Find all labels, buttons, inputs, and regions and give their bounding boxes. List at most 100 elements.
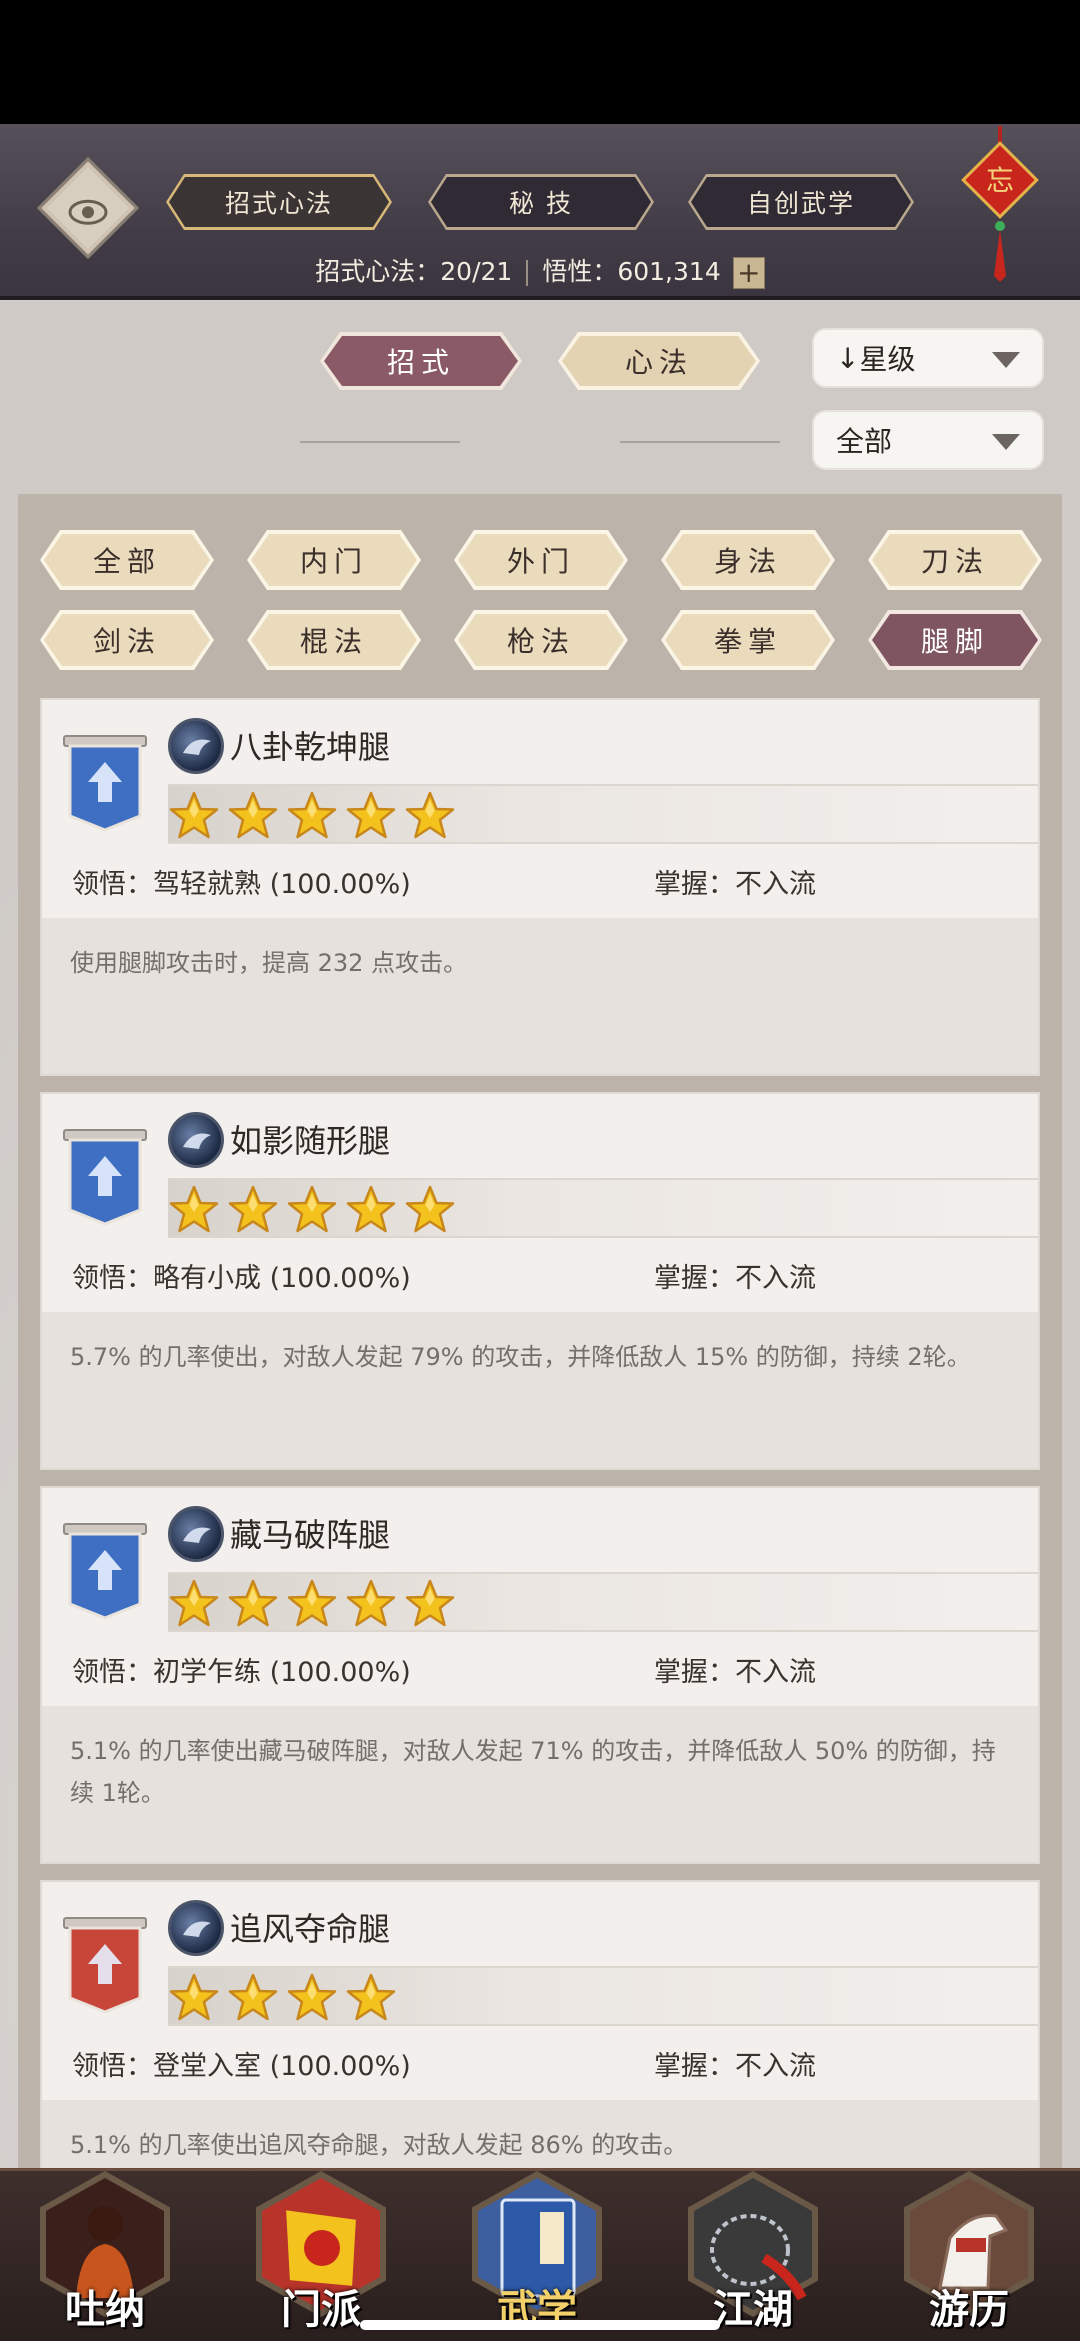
skill-name: 如影随形腿 — [230, 1122, 391, 1160]
stats-value: 20/21 — [440, 257, 513, 286]
skill-card-header: 如影随形腿领悟：略有小成 (100.00%) 掌握：不入流 — [42, 1094, 1038, 1312]
comprehension-label: 领悟： — [72, 869, 153, 900]
sort-arrow-icon: ↓ — [836, 341, 860, 375]
insight-value: 601,314 — [617, 257, 721, 286]
mastery-value: 不入流 — [735, 2051, 816, 2082]
filter-chip[interactable]: 拳掌 — [661, 610, 835, 670]
filter-chip[interactable]: 内门 — [247, 530, 421, 590]
kick-skill-icon — [168, 1112, 224, 1168]
mastery-row: 掌握：不入流 — [654, 1650, 816, 1689]
nav-label: 吐纳 — [65, 2286, 145, 2333]
filter-chip[interactable]: 腿脚 — [868, 610, 1042, 670]
comprehension-label: 领悟： — [72, 2051, 153, 2082]
mastery-value: 不入流 — [735, 869, 816, 900]
nav-item[interactable]: 门派 — [246, 2161, 396, 2341]
skill-card-header: 八卦乾坤腿领悟：驾轻就熟 (100.00%) 掌握：不入流 — [42, 700, 1038, 918]
tab-moves[interactable]: 招式 — [320, 332, 522, 390]
eye-icon — [68, 199, 108, 225]
rank-banner-icon — [62, 1128, 148, 1228]
kick-skill-icon — [168, 718, 224, 774]
divider — [620, 441, 780, 443]
sort-label: 星级 — [859, 343, 916, 376]
sort-dropdown[interactable]: ↓ 星级 — [812, 328, 1044, 388]
filter-chip[interactable]: 棍法 — [247, 610, 421, 670]
skill-card-header: 藏马破阵腿领悟：初学乍练 (100.00%) 掌握：不入流 — [42, 1488, 1038, 1706]
filter-chip[interactable]: 枪法 — [454, 610, 628, 670]
mastery-label: 掌握： — [654, 1657, 735, 1688]
skill-description: 5.7% 的几率使出，对敌人发起 79% 的攻击，并降低敌人 15% 的防御，持… — [42, 1312, 1038, 1468]
star-rating — [168, 1178, 1038, 1238]
star-icon — [168, 1972, 227, 2028]
filter-label: 棍法 — [299, 625, 368, 658]
chinese-knot-icon[interactable]: 忘 — [960, 126, 1040, 286]
tab-secret-skills[interactable]: 秘 技 — [428, 174, 654, 230]
star-icon — [404, 1578, 463, 1634]
star-icon — [345, 1184, 404, 1240]
chevron-down-icon — [992, 434, 1020, 450]
tab-self-created[interactable]: 自创武学 — [688, 174, 914, 230]
view-toggle-button[interactable] — [37, 157, 139, 259]
filter-chip[interactable]: 身法 — [661, 530, 835, 590]
star-icon — [345, 1972, 404, 2028]
comprehension-value: 登堂入室 (100.00%) — [153, 2051, 411, 2082]
mastery-label: 掌握： — [654, 869, 735, 900]
kick-skill-icon — [168, 1900, 224, 1956]
comprehension-label: 领悟： — [72, 1657, 153, 1688]
star-icon — [227, 1578, 286, 1634]
filter-label: 拳掌 — [713, 625, 782, 658]
nav-item[interactable]: 江湖 — [678, 2161, 828, 2341]
skill-card-header: 追风夺命腿 领悟：登堂入室 (100.00%) 掌握：不入流 — [42, 1882, 1038, 2100]
filter-chip[interactable]: 刀法 — [868, 530, 1042, 590]
comprehension-value: 初学乍练 (100.00%) — [153, 1657, 411, 1688]
comprehension-label: 领悟： — [72, 1263, 153, 1294]
comprehension-row: 领悟：登堂入室 (100.00%) — [72, 2044, 411, 2083]
comprehension-value: 略有小成 (100.00%) — [153, 1263, 411, 1294]
add-insight-button[interactable]: + — [732, 257, 765, 289]
comprehension-row: 领悟：驾轻就熟 (100.00%) — [72, 862, 411, 901]
comprehension-row: 领悟：初学乍练 (100.00%) — [72, 1650, 411, 1689]
nav-item[interactable]: 游历 — [894, 2161, 1044, 2341]
skill-card[interactable]: 藏马破阵腿领悟：初学乍练 (100.00%) 掌握：不入流 5.1% 的几率使出藏马… — [40, 1486, 1040, 1864]
skill-card[interactable]: 如影随形腿领悟：略有小成 (100.00%) 掌握：不入流 5.7% 的几率使出，对… — [40, 1092, 1040, 1470]
star-icon — [286, 1184, 345, 1240]
filter-label: 腿脚 — [920, 625, 989, 658]
skill-card[interactable]: 追风夺命腿 领悟：登堂入室 (100.00%) 掌握：不入流 5.1% 的几率使出追风… — [40, 1880, 1040, 2174]
category-dropdown[interactable]: 全部 — [812, 410, 1044, 470]
star-rating — [168, 1966, 1038, 2026]
skill-description: 5.1% 的几率使出藏马破阵腿，对敌人发起 71% 的攻击，并降低敌人 50% … — [42, 1706, 1038, 1862]
star-icon — [404, 790, 463, 846]
bottom-nav: 吐纳 门派 武学 江湖 游历 — [0, 2168, 1080, 2341]
mastery-value: 不入流 — [735, 1657, 816, 1688]
tab-label: 心法 — [624, 346, 693, 379]
knot-char: 忘 — [986, 164, 1014, 197]
rank-banner-icon — [62, 1522, 148, 1622]
filter-label: 全部 — [92, 545, 161, 578]
tab-moves-and-methods[interactable]: 招式心法 — [166, 174, 392, 230]
tab-methods[interactable]: 心法 — [558, 332, 760, 390]
nav-item[interactable]: 吐纳 — [30, 2161, 180, 2341]
skill-card[interactable]: 八卦乾坤腿 领悟：驾轻就熟 (100.00%) 掌握：不入流 使用腿脚攻击时，提高 2… — [40, 698, 1040, 1076]
star-icon — [227, 1972, 286, 2028]
filter-chip[interactable]: 剑法 — [40, 610, 214, 670]
skill-name: 八卦乾坤腿 — [230, 728, 391, 766]
star-icon — [404, 1184, 463, 1240]
rank-banner-icon — [62, 734, 148, 834]
skill-name: 藏马破阵腿 — [230, 1516, 391, 1554]
nav-item[interactable]: 武学 — [462, 2161, 612, 2341]
divider — [300, 441, 460, 443]
filter-label: 枪法 — [506, 625, 575, 658]
filter-label: 外门 — [506, 545, 575, 578]
mastery-row: 掌握：不入流 — [654, 2044, 816, 2083]
star-icon — [345, 1578, 404, 1634]
filter-chip[interactable]: 外门 — [454, 530, 628, 590]
tab-label: 自创武学 — [746, 189, 855, 218]
stats-line: 招式心法：20/21 悟性：601,314 + — [0, 252, 1080, 289]
chevron-down-icon — [992, 352, 1020, 368]
star-icon — [168, 1184, 227, 1240]
mastery-row: 掌握：不入流 — [654, 1256, 816, 1295]
comprehension-value: 驾轻就熟 (100.00%) — [153, 869, 411, 900]
filter-chip[interactable]: 全部 — [40, 530, 214, 590]
divider — [526, 260, 529, 286]
nav-label: 游历 — [929, 2286, 1009, 2333]
star-icon — [168, 1578, 227, 1634]
